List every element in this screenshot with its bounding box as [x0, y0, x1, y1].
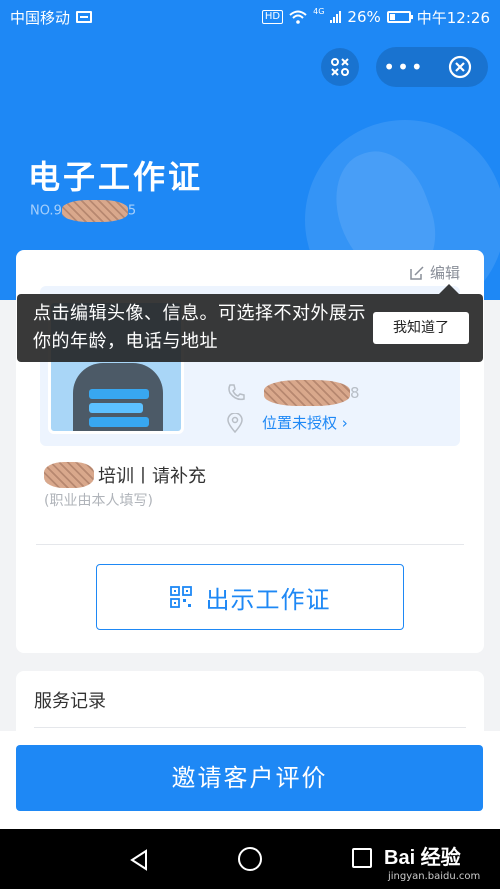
job-hint: (职业由本人填写) — [44, 493, 153, 509]
scan-icon — [331, 58, 349, 76]
edit-label: 编辑 — [429, 264, 460, 282]
divider — [34, 727, 466, 728]
edit-button[interactable]: 编辑 — [409, 262, 460, 283]
battery-percent: 26% — [347, 8, 381, 26]
redacted-company — [44, 462, 94, 488]
scan-button[interactable] — [321, 48, 359, 86]
close-icon — [448, 55, 472, 79]
tooltip-message: 点击编辑头像、信息。可选择不对外展示你的年龄，电话与地址 — [33, 303, 366, 352]
tooltip-confirm-button[interactable]: 我知道了 — [373, 312, 469, 344]
recent-apps-icon[interactable] — [352, 848, 372, 868]
service-records-title: 服务记录 — [34, 691, 106, 712]
battery-icon — [386, 11, 413, 23]
qr-code-icon — [169, 586, 192, 608]
more-button[interactable]: ••• — [376, 47, 432, 87]
phone-row: 8 — [226, 380, 360, 406]
signal-icon — [330, 11, 342, 23]
footer-bar: 邀请客户评价 — [0, 731, 500, 829]
redacted-phone — [264, 380, 350, 406]
carrier-label: 中国移动 — [10, 8, 71, 27]
close-button[interactable] — [432, 55, 488, 79]
show-badge-label: 出示工作证 — [205, 585, 331, 614]
home-icon[interactable] — [238, 847, 262, 871]
avatar-book — [89, 403, 143, 413]
location-row[interactable]: 位置未授权 › — [226, 412, 348, 433]
location-pin-icon — [227, 412, 243, 433]
edit-tooltip: 点击编辑头像、信息。可选择不对外展示你的年龄，电话与地址 我知道了 — [17, 284, 483, 362]
divider — [36, 544, 464, 545]
job-line[interactable]: 培训丨请补充 — [44, 462, 206, 488]
watermark: Bai 经验 jingyan.baidu.com — [384, 841, 480, 882]
clock: 中午12:26 — [416, 8, 490, 27]
chevron-right-icon: › — [341, 414, 348, 432]
badge-number-prefix: NO.9 — [30, 203, 62, 219]
edit-icon — [410, 265, 424, 280]
back-icon[interactable] — [128, 849, 150, 871]
miniprogram-capsule: ••• — [376, 47, 488, 87]
avatar-book — [89, 389, 149, 399]
avatar-book — [89, 417, 149, 427]
show-badge-button[interactable]: 出示工作证 — [96, 564, 404, 630]
system-nav-bar: Bai 经验 jingyan.baidu.com — [0, 829, 500, 889]
status-bar: 中国移动 HD 4G 26% 中午12:26 — [0, 0, 500, 34]
redacted-number — [61, 200, 128, 222]
badge-number: NO.9 5 — [30, 200, 136, 222]
invite-review-button[interactable]: 邀请客户评价 — [16, 745, 483, 811]
page-title: 电子工作证 — [28, 158, 204, 196]
wifi-icon — [289, 10, 307, 24]
phone-icon — [228, 384, 245, 401]
job-text: 培训丨请补充 — [98, 466, 206, 487]
watermark-brand: Bai 经验 — [384, 847, 461, 869]
phone-value: 8 — [264, 380, 360, 406]
location-label: 位置未授权 — [262, 414, 338, 432]
badge-number-suffix: 5 — [127, 203, 137, 219]
hd-icon: HD — [261, 10, 284, 24]
watermark-site: jingyan.baidu.com — [388, 871, 481, 882]
phone-suffix: 8 — [350, 384, 360, 402]
location-status[interactable]: 位置未授权 › — [262, 412, 348, 433]
network-type: 4G — [313, 6, 325, 16]
sim-icon — [76, 11, 93, 23]
